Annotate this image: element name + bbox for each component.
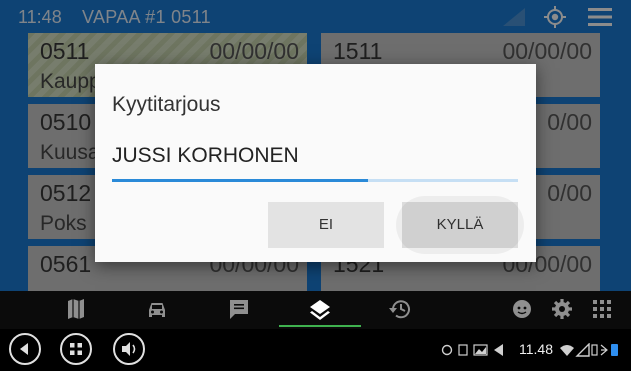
back-icon — [20, 343, 28, 355]
system-clock: 11.48 — [519, 341, 553, 357]
notification-icons — [441, 344, 503, 356]
dialog-title: Kyytitarjous — [112, 93, 221, 116]
face-icon[interactable] — [508, 297, 536, 321]
offer-timer-fill — [112, 179, 368, 182]
layers-icon[interactable] — [306, 297, 334, 321]
grid-icon — [70, 343, 82, 355]
back-button[interactable] — [9, 333, 41, 365]
map-icon[interactable] — [62, 297, 90, 321]
customer-name: JUSSI KORHONEN — [112, 144, 299, 167]
app-main: 11:48 VAPAA #1 0511 0511 00/00/00 Kaupp — [0, 0, 631, 291]
apps-grid-icon[interactable] — [588, 297, 616, 321]
volume-button[interactable] — [113, 333, 145, 365]
car-icon[interactable] — [143, 297, 171, 321]
bottom-tab-bar — [0, 291, 631, 329]
volume-icon — [122, 342, 136, 356]
history-icon[interactable] — [387, 297, 415, 321]
offer-timer-progress — [112, 179, 518, 182]
screen: 11:48 VAPAA #1 0511 0511 00/00/00 Kaupp — [0, 0, 631, 371]
settings-icon[interactable] — [548, 297, 576, 321]
connectivity-icons — [560, 343, 618, 357]
status-area: 11.48 — [441, 341, 623, 359]
chat-icon[interactable] — [225, 297, 253, 321]
accept-button[interactable]: KYLLÄ — [396, 196, 524, 254]
system-bar: 11.48 — [0, 329, 631, 371]
home-button[interactable] — [60, 333, 92, 365]
ride-offer-dialog: Kyytitarjous JUSSI KORHONEN EI KYLLÄ — [95, 64, 536, 262]
decline-button[interactable]: EI — [268, 202, 384, 248]
active-tab-indicator — [279, 325, 361, 327]
